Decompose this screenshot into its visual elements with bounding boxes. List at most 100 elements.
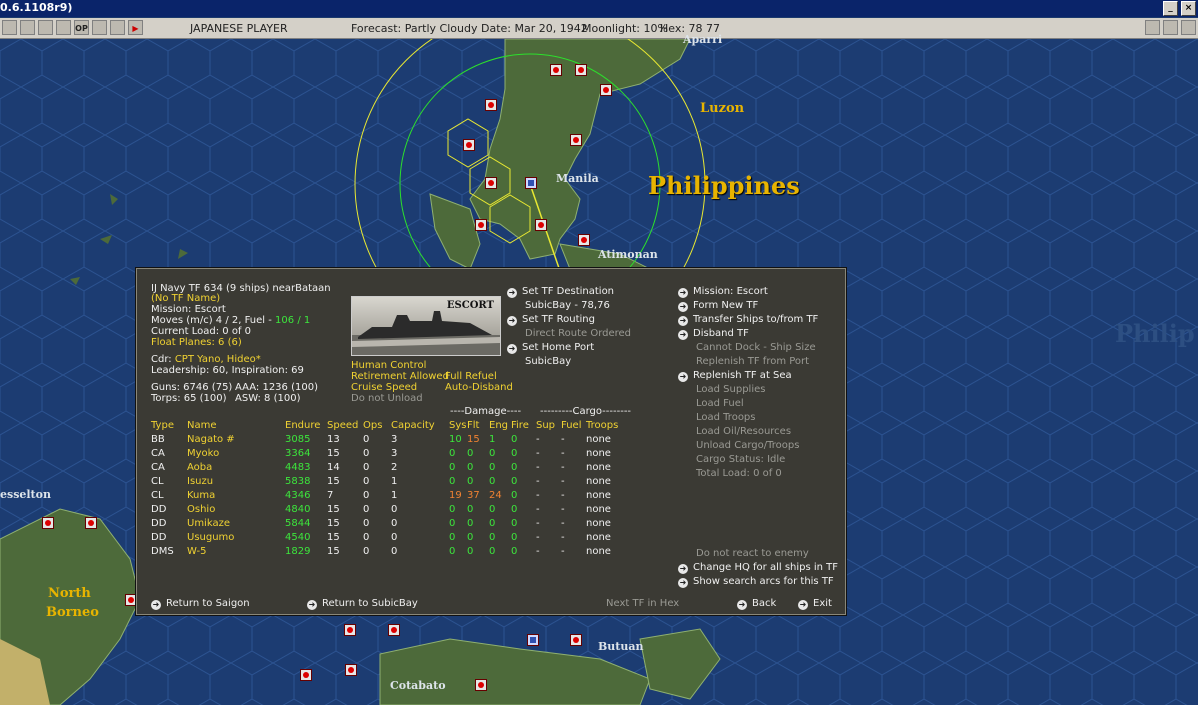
unit-marker[interactable]: [578, 234, 590, 246]
ship-name-cell[interactable]: Kuma: [187, 488, 285, 502]
cdr-name[interactable]: CPT Yano, Hideo*: [175, 354, 261, 365]
unit-marker[interactable]: [344, 624, 356, 636]
ship-name-cell[interactable]: Oshio: [187, 502, 285, 516]
unit-marker[interactable]: [463, 139, 475, 151]
ship-endure-cell: 4840: [285, 503, 311, 515]
ship-endure-cell: 3364: [285, 447, 311, 459]
map-label-borneo: Borneo: [46, 605, 99, 620]
unit-marker[interactable]: [600, 84, 612, 96]
op-button[interactable]: OP: [74, 20, 89, 35]
replenish-at-sea-button[interactable]: ➜ Replenish TF at Sea: [678, 370, 792, 382]
tf-name[interactable]: (No TF Name): [151, 293, 220, 304]
arrow-icon: ➜: [678, 288, 688, 298]
unit-marker[interactable]: [42, 517, 54, 529]
ship-row[interactable]: BB Nagato #3085 13 0 3 10 15 1 0- - none: [151, 432, 626, 446]
ship-name-cell[interactable]: Umikaze: [187, 516, 285, 530]
ship-sup-cell: -: [536, 461, 540, 473]
us-unit-marker[interactable]: [527, 634, 539, 646]
ship-row[interactable]: CL Kuma 4346 7 0 1 19 37 24 0 - - none: [151, 488, 626, 502]
ship-speed-cell: 15: [327, 475, 340, 487]
ship-eng-cell: 0: [489, 517, 496, 529]
option-full-refuel[interactable]: Full Refuel: [445, 371, 497, 382]
back-button[interactable]: ➜ Back: [737, 598, 776, 610]
option-human-control[interactable]: Human Control: [351, 360, 426, 371]
exit-button[interactable]: ➜ Exit: [798, 598, 832, 610]
ship-name-cell[interactable]: Usugumo: [187, 530, 285, 544]
ship-fuel-cell: -: [561, 545, 565, 557]
option-cruise-speed[interactable]: Cruise Speed: [351, 382, 417, 393]
unit-marker[interactable]: [85, 517, 97, 529]
set-tf-destination-button[interactable]: ➜ Set TF Destination: [507, 286, 614, 298]
disband-tf-button[interactable]: ➜ Disband TF: [678, 328, 749, 340]
tf-float-planes[interactable]: Float Planes: 6 (6): [151, 337, 242, 348]
close-button[interactable]: ×: [1181, 1, 1196, 16]
ship-row[interactable]: DD Oshio 4840 15 0 0 0 0 0 0- - none: [151, 502, 626, 516]
ship-capacity-cell: 0: [391, 503, 398, 515]
ship-flt-cell: 0: [467, 475, 474, 487]
transfer-ships-button[interactable]: ➜ Transfer Ships to/from TF: [678, 314, 818, 326]
grid-icon[interactable]: [20, 20, 35, 35]
list-icon[interactable]: [110, 20, 125, 35]
unit-marker[interactable]: [475, 679, 487, 691]
ship-fire-cell: 0: [511, 503, 518, 515]
ship-sys-cell: 0: [449, 517, 456, 529]
ship-row[interactable]: DD Usugumo 4540 15 0 0 0 0 0 0- - none: [151, 530, 626, 544]
unit-marker[interactable]: [575, 64, 587, 76]
map-label-atimonan: Atimonan: [598, 248, 658, 261]
form-new-tf-button[interactable]: ➜ Form New TF: [678, 300, 758, 312]
unit-marker[interactable]: [475, 219, 487, 231]
ship-row[interactable]: DMS W-5 1829 15 0 0 0 0 0 0- - none: [151, 544, 626, 558]
us-unit-marker[interactable]: [525, 177, 537, 189]
return-to-saigon-button[interactable]: ➜ Return to Saigon: [151, 598, 250, 610]
unit-marker[interactable]: [485, 177, 497, 189]
report-icon[interactable]: [92, 20, 107, 35]
do-not-react-toggle[interactable]: Do not react to enemy: [696, 548, 809, 559]
option-do-not-unload[interactable]: Do not Unload: [351, 393, 423, 404]
player-label: JAPANESE PLAYER: [190, 22, 288, 35]
unit-marker[interactable]: [570, 134, 582, 146]
show-search-arcs-button[interactable]: ➜ Show search arcs for this TF: [678, 576, 834, 588]
col-fire: Fire: [511, 419, 529, 431]
change-hq-button[interactable]: ➜ Change HQ for all ships in TF: [678, 562, 838, 574]
unit-marker[interactable]: [300, 669, 312, 681]
set-home-port-button[interactable]: ➜ Set Home Port: [507, 342, 594, 354]
mission-button[interactable]: ➜ Mission: Escort: [678, 286, 768, 298]
ship-name-cell[interactable]: Isuzu: [187, 474, 285, 488]
next-tf-in-hex-button[interactable]: Next TF in Hex: [606, 598, 679, 609]
ship-sys-cell: 0: [449, 475, 456, 487]
ship-row[interactable]: CL Isuzu 5838 15 0 1 0 0 0 0- - none: [151, 474, 626, 488]
unit-marker[interactable]: [550, 64, 562, 76]
ship-troops-cell: none: [586, 531, 611, 543]
ship-sup-cell: -: [536, 433, 540, 445]
target-icon[interactable]: [56, 20, 71, 35]
ship-row[interactable]: CA Aoba 4483 14 0 2 0 0 0 0- - none: [151, 460, 626, 474]
toolbar-button-3[interactable]: [1181, 20, 1196, 35]
ship-row[interactable]: DD Umikaze 5844 15 0 0 0 0 0 0- - none: [151, 516, 626, 530]
toolbar-button-2[interactable]: [1163, 20, 1178, 35]
ship-name-cell[interactable]: Myoko: [187, 446, 285, 460]
option-retirement-allowed[interactable]: Retirement Allowed: [351, 371, 449, 382]
option-auto-disband[interactable]: Auto-Disband: [445, 382, 513, 393]
ship-row[interactable]: CA Myoko 3364 15 0 3 0 0 0 0- - none: [151, 446, 626, 460]
unit-marker[interactable]: [535, 219, 547, 231]
ship-rows: BB Nagato #3085 13 0 3 10 15 1 0- - none CA Myoko 336…: [151, 432, 626, 558]
chart-icon[interactable]: [2, 20, 17, 35]
unit-marker[interactable]: [388, 624, 400, 636]
col-ops: Ops: [363, 419, 383, 431]
ship-name-cell[interactable]: Nagato #: [187, 432, 285, 446]
minimize-button[interactable]: _: [1163, 1, 1178, 16]
map-label-north: North: [48, 586, 91, 601]
unit-marker[interactable]: [485, 99, 497, 111]
ship-fuel-cell: -: [561, 447, 565, 459]
ship-troops-cell: none: [586, 447, 611, 459]
end-turn-play-icon[interactable]: ▶: [128, 20, 143, 35]
toolbar-button-1[interactable]: [1145, 20, 1160, 35]
return-to-subicbay-button[interactable]: ➜ Return to SubicBay: [307, 598, 418, 610]
unit-marker[interactable]: [345, 664, 357, 676]
globe-icon[interactable]: [38, 20, 53, 35]
set-tf-routing-button[interactable]: ➜ Set TF Routing: [507, 314, 595, 326]
ship-type-cell: CA: [151, 461, 165, 473]
ship-name-cell[interactable]: W-5: [187, 544, 285, 558]
unit-marker[interactable]: [570, 634, 582, 646]
ship-name-cell[interactable]: Aoba: [187, 460, 285, 474]
